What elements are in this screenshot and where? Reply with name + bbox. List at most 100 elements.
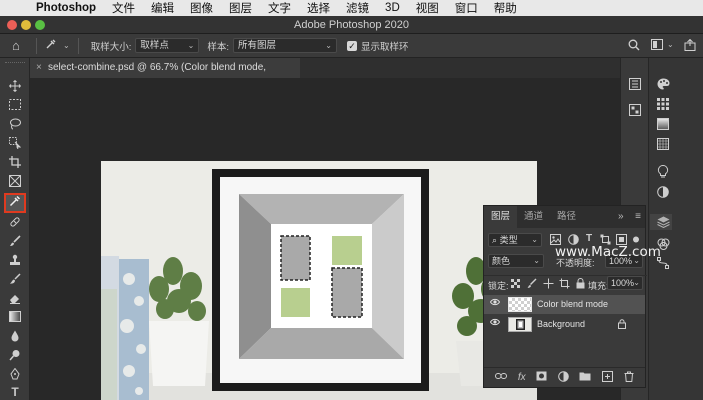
layer-style-icon[interactable]: fx	[518, 372, 526, 383]
sample-label: 样本:	[207, 41, 229, 53]
menu-app-name[interactable]: Photoshop	[36, 2, 96, 14]
chevron-down-icon: ⌄	[531, 235, 538, 244]
layers-panel: 图层 通道 路径 » ≡ ⌕ 类型 ⌄ T 颜色 ⌄ 不透明度: 100% ⌄ …	[483, 205, 647, 388]
lock-image-icon[interactable]	[527, 278, 537, 291]
menu-edit[interactable]: 编辑	[151, 0, 174, 16]
adjustments-icon[interactable]	[656, 186, 670, 201]
sample-value: 所有图层	[237, 40, 276, 51]
menu-filter[interactable]: 滤镜	[346, 0, 369, 16]
fill-field[interactable]: 100% ⌄	[607, 276, 643, 290]
layer-name: Color blend mode	[537, 299, 609, 309]
panel-menu-icon[interactable]: ≡	[635, 211, 641, 222]
layers-panel-tabs: 图层 通道 路径 » ≡	[484, 206, 645, 228]
menu-select[interactable]: 选择	[307, 0, 330, 16]
tab-paths[interactable]: 路径	[550, 206, 583, 228]
add-mask-icon[interactable]	[536, 371, 547, 384]
dodge-icon[interactable]	[5, 349, 25, 366]
tools-panel: T	[0, 58, 30, 400]
layers-panel-footer: fx	[484, 367, 645, 387]
lasso-icon[interactable]	[5, 118, 25, 135]
show-sampling-ring-toggle[interactable]: ✓ 显示取样环	[346, 39, 409, 53]
panel-grip[interactable]	[5, 62, 25, 68]
lightbulb-icon[interactable]	[656, 164, 670, 181]
frame-icon[interactable]	[5, 175, 25, 192]
blend-mode-dropdown[interactable]: 颜色 ⌄	[488, 254, 544, 268]
properties-icon[interactable]	[628, 104, 642, 119]
type-filter-icon[interactable]: T	[586, 233, 592, 244]
chevron-down-icon[interactable]: ⌄	[63, 41, 70, 50]
eye-icon[interactable]	[489, 318, 501, 328]
layers-dock-selected	[650, 214, 672, 230]
watermark-label: www.MacZ.com	[555, 244, 661, 260]
type-icon[interactable]: T	[5, 384, 25, 400]
divider	[36, 37, 37, 54]
close-icon[interactable]: ×	[36, 58, 42, 78]
link-layers-icon[interactable]	[495, 372, 508, 383]
menu-file[interactable]: 文件	[112, 0, 135, 16]
menu-3d[interactable]: 3D	[385, 2, 400, 14]
show-sampling-ring-label: 显示取样环	[360, 41, 409, 53]
chevron-down-icon: ⌄	[633, 278, 640, 287]
chevron-down-icon: ⌄	[533, 256, 540, 265]
menu-image[interactable]: 图像	[190, 0, 213, 16]
layer-filter-dropdown[interactable]: ⌕ 类型 ⌄	[488, 233, 542, 247]
brush-icon[interactable]	[5, 235, 25, 252]
chevron-down-icon: ⌄	[325, 41, 332, 50]
tab-layers[interactable]: 图层	[484, 206, 518, 228]
search-icon[interactable]	[628, 39, 640, 54]
document-canvas-image[interactable]	[101, 161, 537, 400]
document-tab[interactable]: × select-combine.psd @ 66.7% (Color blen…	[30, 58, 300, 93]
chevron-down-icon[interactable]: ⌄	[667, 40, 674, 49]
swatches-icon[interactable]	[656, 98, 670, 113]
lock-artboard-icon[interactable]	[559, 278, 570, 291]
fill-label: 填充:	[588, 281, 609, 291]
lock-all-icon[interactable]	[576, 278, 585, 291]
eyedropper-icon[interactable]	[4, 193, 26, 213]
gradient-icon[interactable]	[5, 311, 25, 328]
menu-layer[interactable]: 图层	[229, 0, 252, 16]
workspace-icon[interactable]	[651, 39, 663, 53]
menu-type[interactable]: 文字	[268, 0, 291, 16]
delete-layer-icon[interactable]	[624, 371, 634, 385]
move-icon[interactable]	[5, 80, 25, 97]
layer-thumbnail	[508, 297, 532, 312]
blur-icon[interactable]	[5, 330, 25, 347]
layer-thumbnail	[508, 317, 532, 332]
share-icon[interactable]	[684, 38, 696, 54]
blend-mode-value: 颜色	[492, 256, 511, 266]
layer-name: Background	[537, 319, 586, 329]
history-brush-icon[interactable]	[5, 273, 25, 290]
pen-icon[interactable]	[5, 367, 25, 385]
new-adjustment-layer-icon[interactable]	[558, 370, 569, 385]
gradients-icon[interactable]	[656, 118, 670, 133]
new-group-icon[interactable]	[579, 371, 591, 384]
object-select-icon[interactable]	[5, 137, 25, 154]
crop-icon[interactable]	[5, 156, 25, 173]
menu-window[interactable]: 窗口	[455, 0, 478, 16]
sample-size-dropdown[interactable]: 取样点 ⌄	[135, 38, 200, 53]
sample-dropdown[interactable]: 所有图层 ⌄	[232, 38, 337, 53]
menu-help[interactable]: 帮助	[494, 0, 517, 16]
home-icon[interactable]: ⌂	[12, 38, 28, 53]
color-icon[interactable]	[656, 78, 670, 93]
mac-menu-bar: Photoshop 文件 编辑 图像 图层 文字 选择 滤镜 3D 视图 窗口 …	[0, 0, 703, 16]
healing-brush-icon[interactable]	[5, 216, 25, 233]
layer-row-color-blend-mode[interactable]: Color blend mode	[484, 295, 645, 314]
new-layer-icon[interactable]	[602, 370, 614, 385]
marquee-icon[interactable]	[5, 99, 25, 116]
lock-position-icon[interactable]	[543, 278, 554, 291]
eyedropper-preset-icon[interactable]	[45, 38, 61, 53]
patterns-icon[interactable]	[656, 138, 670, 153]
eraser-icon[interactable]	[5, 292, 25, 309]
tab-channels[interactable]: 通道	[517, 206, 550, 228]
stamp-icon[interactable]	[5, 254, 25, 271]
search-icon: ⌕	[492, 235, 498, 245]
lock-transparent-icon[interactable]	[511, 279, 521, 291]
eye-icon[interactable]	[489, 298, 501, 308]
history-icon[interactable]	[628, 78, 642, 93]
options-bar: ⌂ ⌄ 取样大小: 取样点 ⌄ 样本: 所有图层 ⌄ ✓ 显示取样环 ⌄	[0, 34, 703, 58]
menu-view[interactable]: 视图	[416, 0, 439, 16]
checkbox-checked-icon[interactable]: ✓	[346, 40, 357, 51]
collapse-panel-icon[interactable]: »	[618, 211, 624, 222]
layer-row-background[interactable]: Background	[484, 315, 645, 334]
